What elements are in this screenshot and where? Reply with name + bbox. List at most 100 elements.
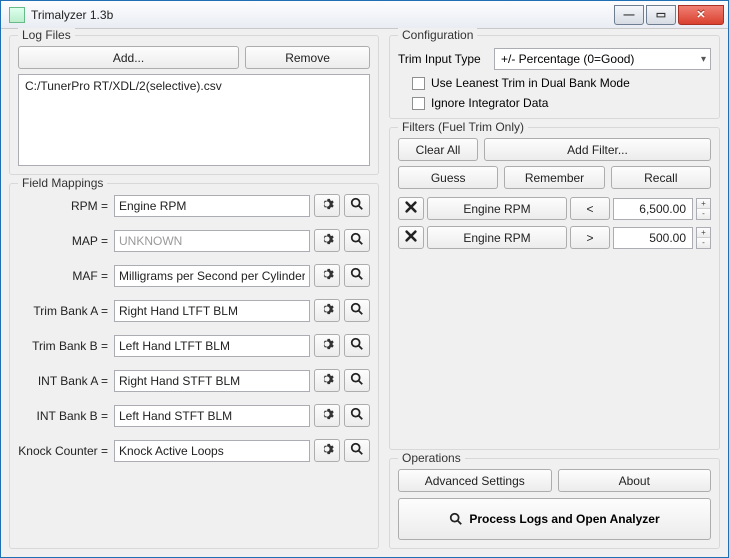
mapping-settings-button[interactable] <box>314 194 340 217</box>
logfiles-group: Log Files Add... Remove C:/TunerPro RT/X… <box>9 35 379 175</box>
mapping-search-button[interactable] <box>344 194 370 217</box>
filter-spinner[interactable]: +- <box>696 198 711 220</box>
operations-group: Operations Advanced Settings About Proce… <box>389 458 720 549</box>
mappings-group: Field Mappings RPM =MAP =MAF =Trim Bank … <box>9 183 379 549</box>
filters-title: Filters (Fuel Trim Only) <box>398 120 528 134</box>
spinner-down-icon: - <box>697 238 710 248</box>
gear-icon <box>320 337 334 354</box>
maximize-button[interactable]: ▭ <box>646 5 676 25</box>
add-log-button[interactable]: Add... <box>18 46 239 69</box>
filter-field-button[interactable]: Engine RPM <box>427 197 567 220</box>
mapping-label: Knock Counter = <box>18 444 110 458</box>
mapping-input[interactable] <box>114 300 310 322</box>
mapping-input[interactable] <box>114 405 310 427</box>
mapping-search-button[interactable] <box>344 439 370 462</box>
window: Trimalyzer 1.3b — ▭ ✕ Log Files Add... R… <box>0 0 729 558</box>
filter-field-button[interactable]: Engine RPM <box>427 226 567 249</box>
mapping-settings-button[interactable] <box>314 369 340 392</box>
mapping-search-button[interactable] <box>344 299 370 322</box>
mapping-settings-button[interactable] <box>314 439 340 462</box>
mapping-search-button[interactable] <box>344 334 370 357</box>
advanced-settings-button[interactable]: Advanced Settings <box>398 469 552 492</box>
ignore-int-label: Ignore Integrator Data <box>431 96 548 110</box>
mapping-row: MAP = <box>18 229 370 252</box>
recall-button[interactable]: Recall <box>611 166 711 189</box>
logfiles-title: Log Files <box>18 28 75 42</box>
mapping-row: RPM = <box>18 194 370 217</box>
operations-title: Operations <box>398 451 465 465</box>
window-title: Trimalyzer 1.3b <box>31 8 612 22</box>
add-filter-button[interactable]: Add Filter... <box>484 138 711 161</box>
mapping-input[interactable] <box>114 370 310 392</box>
trim-input-combo[interactable]: +/- Percentage (0=Good) ▾ <box>494 48 711 70</box>
mapping-settings-button[interactable] <box>314 264 340 287</box>
spinner-up-icon: + <box>697 199 710 210</box>
mapping-label: Trim Bank B = <box>18 339 110 353</box>
gear-icon <box>320 407 334 424</box>
mapping-search-button[interactable] <box>344 264 370 287</box>
leanest-checkbox-row[interactable]: Use Leanest Trim in Dual Bank Mode <box>412 76 711 90</box>
gear-icon <box>320 232 334 249</box>
trim-input-label: Trim Input Type <box>398 52 488 66</box>
search-icon <box>350 267 364 284</box>
search-icon <box>350 232 364 249</box>
delete-filter-button[interactable] <box>398 226 424 249</box>
filter-value-input[interactable] <box>613 198 693 220</box>
delete-filter-button[interactable] <box>398 197 424 220</box>
logfiles-list[interactable]: C:/TunerPro RT/XDL/2(selective).csv <box>18 74 370 166</box>
leanest-label: Use Leanest Trim in Dual Bank Mode <box>431 76 630 90</box>
close-button[interactable]: ✕ <box>678 5 724 25</box>
mapping-row: Knock Counter = <box>18 439 370 462</box>
app-icon <box>9 7 25 23</box>
mapping-search-button[interactable] <box>344 369 370 392</box>
remove-log-button[interactable]: Remove <box>245 46 370 69</box>
gear-icon <box>320 372 334 389</box>
chevron-down-icon: ▾ <box>701 54 706 65</box>
close-icon <box>404 229 418 246</box>
mapping-label: MAF = <box>18 269 110 283</box>
filter-value-input[interactable] <box>613 227 693 249</box>
search-icon <box>350 407 364 424</box>
close-icon <box>404 200 418 217</box>
mapping-row: Trim Bank A = <box>18 299 370 322</box>
about-button[interactable]: About <box>558 469 712 492</box>
mapping-row: INT Bank B = <box>18 404 370 427</box>
spinner-up-icon: + <box>697 228 710 239</box>
mapping-label: RPM = <box>18 199 110 213</box>
search-icon <box>350 372 364 389</box>
ignore-int-checkbox-row[interactable]: Ignore Integrator Data <box>412 96 711 110</box>
mapping-settings-button[interactable] <box>314 334 340 357</box>
filter-op-button[interactable]: > <box>570 226 610 249</box>
gear-icon <box>320 302 334 319</box>
remember-button[interactable]: Remember <box>504 166 604 189</box>
filters-group: Filters (Fuel Trim Only) Clear All Add F… <box>389 127 720 450</box>
mapping-label: MAP = <box>18 234 110 248</box>
gear-icon <box>320 197 334 214</box>
checkbox-icon <box>412 97 425 110</box>
mapping-settings-button[interactable] <box>314 404 340 427</box>
filter-row: Engine RPM> +- <box>398 226 711 249</box>
checkbox-icon <box>412 77 425 90</box>
mapping-input[interactable] <box>114 335 310 357</box>
mapping-settings-button[interactable] <box>314 229 340 252</box>
guess-button[interactable]: Guess <box>398 166 498 189</box>
mapping-label: Trim Bank A = <box>18 304 110 318</box>
search-icon <box>449 512 463 526</box>
mapping-input[interactable] <box>114 230 310 252</box>
mapping-search-button[interactable] <box>344 229 370 252</box>
process-logs-button[interactable]: Process Logs and Open Analyzer <box>398 498 711 540</box>
mapping-row: MAF = <box>18 264 370 287</box>
filter-row: Engine RPM< +- <box>398 197 711 220</box>
logfile-item[interactable]: C:/TunerPro RT/XDL/2(selective).csv <box>25 79 363 93</box>
filter-spinner[interactable]: +- <box>696 227 711 249</box>
mapping-input[interactable] <box>114 265 310 287</box>
mapping-search-button[interactable] <box>344 404 370 427</box>
mapping-input[interactable] <box>114 440 310 462</box>
clear-filters-button[interactable]: Clear All <box>398 138 478 161</box>
window-controls: — ▭ ✕ <box>612 5 724 25</box>
filter-op-button[interactable]: < <box>570 197 610 220</box>
gear-icon <box>320 442 334 459</box>
mapping-input[interactable] <box>114 195 310 217</box>
minimize-button[interactable]: — <box>614 5 644 25</box>
mapping-settings-button[interactable] <box>314 299 340 322</box>
